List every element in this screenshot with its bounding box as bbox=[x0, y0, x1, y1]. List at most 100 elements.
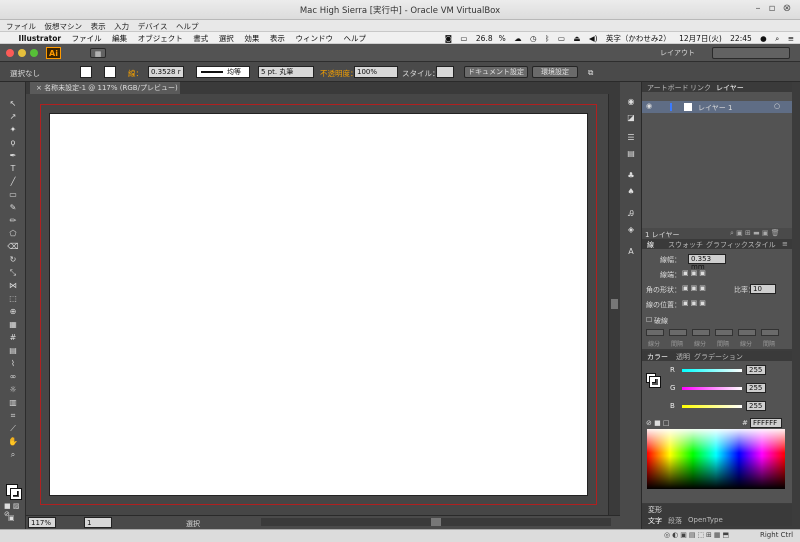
mac-menu-edit[interactable]: 編集 bbox=[104, 32, 127, 44]
eyedropper-tool-icon[interactable]: ⌇ bbox=[6, 358, 20, 370]
tab-close-icon[interactable]: × bbox=[36, 84, 44, 92]
fill-swatch[interactable] bbox=[80, 66, 92, 78]
opacity-label[interactable]: 不透明度： bbox=[320, 68, 358, 79]
dash-field-3[interactable] bbox=[738, 329, 756, 336]
tab-graphic-styles[interactable]: グラフィックスタイル bbox=[706, 240, 776, 250]
magic-wand-tool-icon[interactable]: ✦ bbox=[6, 124, 20, 136]
horizontal-scrollbar[interactable] bbox=[261, 518, 611, 526]
variable-width-profile[interactable]: 均等 bbox=[196, 66, 250, 78]
preferences-button[interactable]: 環境設定 bbox=[532, 66, 578, 78]
stroke-label[interactable]: 線： bbox=[128, 68, 143, 79]
gap-field-3[interactable] bbox=[761, 329, 779, 336]
battery-icon[interactable]: ▭ bbox=[460, 34, 467, 43]
tab-transform[interactable]: 変形 bbox=[648, 505, 662, 515]
vb-menu-file[interactable]: ファイル bbox=[0, 20, 36, 32]
vertical-scrollbar[interactable] bbox=[608, 94, 620, 515]
align-stroke-icon[interactable]: ▣▣▣ bbox=[682, 299, 708, 307]
mac-menu-object[interactable]: オブジェクト bbox=[130, 32, 183, 44]
pathfinder-icon[interactable]: ▤ bbox=[625, 148, 637, 160]
tab-transparency[interactable]: 透明 bbox=[676, 352, 690, 362]
brushes-icon[interactable]: ♠ bbox=[625, 186, 637, 198]
scale-tool-icon[interactable]: ⤡ bbox=[6, 267, 20, 279]
mesh-tool-icon[interactable]: # bbox=[6, 332, 20, 344]
blend-tool-icon[interactable]: ∞ bbox=[6, 371, 20, 383]
zoom-tool-icon[interactable]: ⌕ bbox=[6, 449, 20, 461]
stroke-color-icon[interactable] bbox=[10, 488, 22, 500]
display-icon[interactable]: ▭ bbox=[558, 34, 565, 43]
vb-menu-devices[interactable]: デバイス bbox=[132, 20, 168, 32]
apple-icon[interactable] bbox=[0, 40, 8, 41]
maximize-icon[interactable]: ▫ bbox=[766, 4, 778, 14]
artboard-tool-icon[interactable]: ⌗ bbox=[6, 410, 20, 422]
workspace-switcher[interactable]: レイアウト bbox=[660, 48, 695, 58]
stroke-weight-input[interactable]: 0.3528 r bbox=[148, 66, 184, 78]
cloud-icon[interactable]: ☁ bbox=[514, 34, 522, 43]
rotate-tool-icon[interactable]: ↻ bbox=[6, 254, 20, 266]
width-tool-icon[interactable]: ⋈ bbox=[6, 280, 20, 292]
artboard-number[interactable]: 1 bbox=[84, 517, 112, 528]
cap-buttons-icon[interactable]: ▣▣▣ bbox=[682, 269, 708, 277]
color-spectrum[interactable] bbox=[647, 429, 785, 489]
type-tool-icon[interactable]: T bbox=[6, 163, 20, 175]
vb-menu-view[interactable]: 表示 bbox=[85, 20, 106, 32]
vb-menu-help[interactable]: ヘルプ bbox=[170, 20, 199, 32]
tab-stroke[interactable]: 線 bbox=[647, 240, 654, 250]
g-field[interactable]: 255 bbox=[746, 383, 766, 393]
horizontal-scroll-thumb[interactable] bbox=[431, 518, 441, 526]
artboard[interactable] bbox=[49, 113, 588, 496]
layer-target-icon[interactable]: ○ bbox=[774, 102, 780, 110]
zoom-dot-icon[interactable] bbox=[30, 49, 38, 57]
selection-tool-icon[interactable]: ↖ bbox=[6, 98, 20, 110]
mac-menu-effect[interactable]: 効果 bbox=[236, 32, 259, 44]
creative-cloud-icon[interactable]: ◙ bbox=[445, 34, 452, 43]
close-dot-icon[interactable] bbox=[6, 49, 14, 57]
gap-field-1[interactable] bbox=[669, 329, 687, 336]
dashed-checkbox[interactable]: ☐ bbox=[646, 316, 652, 324]
direct-selection-tool-icon[interactable]: ↗ bbox=[6, 111, 20, 123]
minimize-icon[interactable]: – bbox=[752, 4, 764, 14]
character-styles-icon[interactable]: A bbox=[625, 246, 637, 258]
symbols-icon[interactable]: ♣ bbox=[625, 170, 637, 182]
brush-definition[interactable]: 5 pt. 丸筆 bbox=[258, 66, 314, 78]
mac-menu-window[interactable]: ウィンドウ bbox=[287, 32, 333, 44]
b-field[interactable]: 255 bbox=[746, 401, 766, 411]
shaper-tool-icon[interactable]: ⬠ bbox=[6, 228, 20, 240]
document-tab[interactable]: × 名称未設定-1 @ 117% (RGB/プレビュー) bbox=[30, 82, 180, 94]
tab-color[interactable]: カラー bbox=[647, 352, 668, 362]
rectangle-tool-icon[interactable]: ▭ bbox=[6, 189, 20, 201]
gap-field-2[interactable] bbox=[715, 329, 733, 336]
gradient-tool-icon[interactable]: ▤ bbox=[6, 345, 20, 357]
document-setup-button[interactable]: ドキュメント設定 bbox=[464, 66, 528, 78]
libraries-icon[interactable]: ◪ bbox=[625, 112, 637, 124]
tab-character[interactable]: 文字 bbox=[648, 516, 662, 526]
r-slider[interactable] bbox=[682, 369, 742, 372]
layer-name[interactable]: レイヤー 1 bbox=[698, 103, 732, 113]
r-field[interactable]: 255 bbox=[746, 365, 766, 375]
pencil-tool-icon[interactable]: ✏ bbox=[6, 215, 20, 227]
mac-app-name[interactable]: Illustrator bbox=[11, 33, 62, 43]
panel-menu-icon[interactable]: ≡ bbox=[782, 240, 788, 248]
color-guide-icon[interactable]: ◉ bbox=[625, 96, 637, 108]
screen-mode-icon[interactable]: ▣ bbox=[8, 514, 15, 522]
mac-menu-file[interactable]: ファイル bbox=[64, 32, 102, 44]
eraser-tool-icon[interactable]: ⌫ bbox=[6, 241, 20, 253]
mac-menu-view[interactable]: 表示 bbox=[262, 32, 285, 44]
hex-field[interactable]: FFFFFF bbox=[750, 418, 782, 428]
shape-builder-tool-icon[interactable]: ⊕ bbox=[6, 306, 20, 318]
zoom-level[interactable]: 117% bbox=[28, 517, 56, 528]
none-swatch-icon[interactable]: ⊘ ■ □ bbox=[646, 419, 670, 427]
color-stroke-icon[interactable] bbox=[649, 376, 661, 388]
limit-field[interactable]: 10 bbox=[750, 284, 776, 294]
close-icon[interactable]: ⊗ bbox=[781, 4, 793, 14]
pen-tool-icon[interactable]: ✒ bbox=[6, 150, 20, 162]
tab-opentype[interactable]: OpenType bbox=[688, 516, 723, 524]
tab-layers[interactable]: レイヤー bbox=[716, 83, 744, 93]
perspective-grid-tool-icon[interactable]: ▦ bbox=[6, 319, 20, 331]
opacity-input[interactable]: 100% bbox=[354, 66, 398, 78]
hand-tool-icon[interactable]: ✋ bbox=[6, 436, 20, 448]
notification-icon[interactable]: ≡ bbox=[788, 34, 794, 43]
stroke-weight-field[interactable]: 0.353 mm bbox=[688, 254, 726, 271]
clock[interactable]: 22:45 bbox=[730, 34, 752, 43]
mac-menu-help[interactable]: ヘルプ bbox=[336, 32, 367, 44]
graphic-style-swatch[interactable] bbox=[436, 66, 454, 78]
